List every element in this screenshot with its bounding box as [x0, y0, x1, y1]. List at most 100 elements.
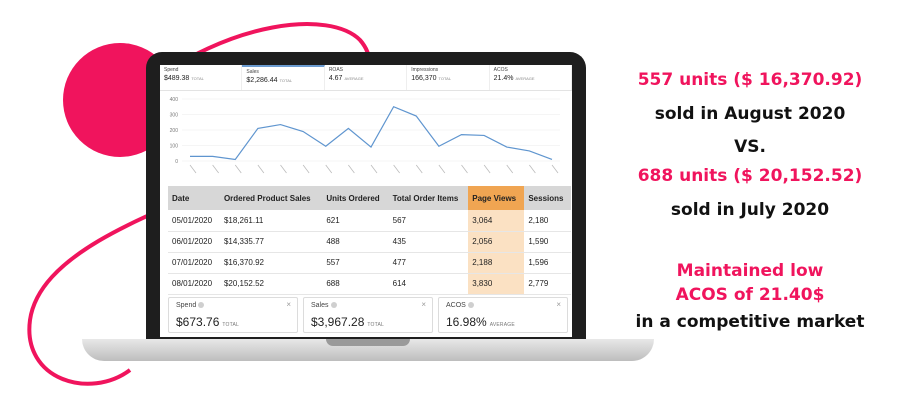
- cell-sessions: 1,596: [524, 252, 571, 274]
- cell-ordered-sales: $18,261.11: [219, 210, 323, 232]
- sales-card[interactable]: Sales × $3,967.28 TOTAL: [303, 297, 433, 333]
- cell-date: 07/01/2020: [168, 252, 220, 274]
- tab-label: Sales: [246, 69, 259, 75]
- column-header-page-views[interactable]: Page Views: [468, 186, 525, 210]
- card-value: 16.98% AVERAGE: [446, 315, 515, 329]
- table-row: 06/01/2020 $14,335.77 488 435 2,056 1,59…: [168, 231, 571, 253]
- july-units-text: 688 units ($ 20,152.52): [637, 166, 863, 186]
- x-tick-mark: [257, 164, 265, 174]
- x-tick-mark: [280, 164, 287, 174]
- cell-units-ordered: 688: [322, 273, 389, 295]
- x-tick-mark: [234, 164, 242, 174]
- y-tick-label: 100: [170, 144, 179, 150]
- tab-label: Spend: [164, 67, 179, 73]
- tab-value: $2,286.44 TOTAL: [246, 77, 293, 84]
- cell-sessions: 2,180: [524, 210, 571, 232]
- table-row: 05/01/2020 $18,261.11 621 567 3,064 2,18…: [168, 210, 571, 232]
- cell-page-views: 2,188: [468, 252, 525, 274]
- cell-date: 06/01/2020: [168, 231, 220, 253]
- x-tick-mark: [483, 164, 491, 174]
- column-header-ordered-sales[interactable]: Ordered Product Sales: [219, 186, 323, 210]
- tab-value: $489.38 TOTAL: [164, 75, 204, 82]
- x-tick-mark: [212, 164, 219, 174]
- august-units-text: 557 units ($ 16,370.92): [637, 70, 863, 90]
- table-row: 08/01/2020 $20,152.52 688 614 3,830 2,77…: [168, 273, 571, 295]
- tab-roas[interactable]: ROAS 4.67 AVERAGE: [325, 65, 408, 90]
- cell-total-order-items: 477: [388, 252, 469, 274]
- cell-sessions: 2,779: [524, 273, 571, 295]
- laptop-hinge-notch: [326, 339, 410, 346]
- acos-headline-line1: Maintained low: [676, 261, 824, 281]
- x-tick-mark: [461, 164, 468, 174]
- card-value: $673.76 TOTAL: [176, 315, 240, 329]
- acos-headline-line2: ACOS of 21.40$: [675, 285, 825, 305]
- close-icon[interactable]: ×: [556, 300, 561, 309]
- metrics-tabs: Spend $489.38 TOTAL Sales $2,286.44 TOTAL …: [160, 65, 572, 91]
- y-tick-label: 200: [170, 128, 179, 134]
- market-text: in a competitive market: [635, 312, 865, 332]
- tab-sales[interactable]: Sales $2,286.44 TOTAL: [242, 65, 325, 90]
- x-tick-mark: [529, 164, 536, 174]
- cell-units-ordered: 621: [322, 210, 389, 232]
- x-tick-mark: [393, 164, 400, 174]
- laptop-screen: Spend $489.38 TOTAL Sales $2,286.44 TOTAL …: [160, 65, 572, 337]
- x-tick-mark: [189, 164, 197, 174]
- x-tick-mark: [348, 164, 355, 174]
- card-label: ACOS: [446, 302, 474, 309]
- info-icon: [198, 302, 205, 309]
- info-icon: [330, 302, 337, 309]
- close-icon[interactable]: ×: [421, 300, 426, 309]
- column-header-units-ordered[interactable]: Units Ordered: [322, 186, 389, 210]
- info-icon: [467, 302, 474, 309]
- july-period-text: sold in July 2020: [670, 200, 830, 220]
- x-tick-mark: [551, 164, 559, 174]
- y-tick-label: 400: [170, 97, 179, 103]
- sales-table: Date Ordered Product Sales Units Ordered…: [168, 186, 571, 295]
- tab-value: 166,370 TOTAL: [411, 75, 452, 82]
- x-tick-mark: [438, 164, 446, 174]
- versus-text: VS.: [734, 137, 766, 157]
- cell-total-order-items: 614: [388, 273, 469, 295]
- cell-page-views: 3,830: [468, 273, 525, 295]
- cell-date: 05/01/2020: [168, 210, 220, 232]
- card-label: Spend: [176, 302, 205, 309]
- close-icon[interactable]: ×: [286, 300, 291, 309]
- tab-value: 4.67 AVERAGE: [328, 75, 364, 82]
- column-header-date[interactable]: Date: [168, 186, 220, 210]
- table-row: 07/01/2020 $16,370.92 557 477 2,188 1,59…: [168, 252, 571, 274]
- x-tick-mark: [302, 164, 310, 174]
- x-tick-mark: [506, 164, 514, 174]
- cell-units-ordered: 488: [322, 231, 389, 253]
- x-tick-mark: [370, 164, 378, 174]
- cell-ordered-sales: $16,370.92: [219, 252, 323, 274]
- tab-value: 21.4% AVERAGE: [493, 75, 535, 82]
- column-header-total-order-items[interactable]: Total Order Items: [388, 186, 469, 210]
- cell-total-order-items: 567: [388, 210, 469, 232]
- cell-ordered-sales: $14,335.77: [219, 231, 323, 253]
- y-tick-label: 0: [175, 159, 178, 165]
- x-tick-mark: [325, 164, 333, 174]
- y-tick-label: 300: [170, 113, 179, 119]
- tab-label: Impressions: [411, 67, 439, 73]
- cell-page-views: 3,064: [468, 210, 525, 232]
- table-header-row: Date Ordered Product Sales Units Ordered…: [168, 186, 571, 210]
- card-label: Sales: [311, 302, 337, 309]
- tab-spend[interactable]: Spend $489.38 TOTAL: [160, 65, 243, 90]
- column-header-sessions[interactable]: Sessions: [524, 186, 571, 210]
- cell-page-views: 2,056: [468, 231, 525, 253]
- tab-impressions[interactable]: Impressions 166,370 TOTAL: [407, 65, 490, 90]
- cell-date: 08/01/2020: [168, 273, 220, 295]
- tab-acos[interactable]: ACOS 21.4% AVERAGE: [490, 65, 572, 90]
- spend-card[interactable]: Spend × $673.76 TOTAL: [168, 297, 298, 333]
- cell-sessions: 1,590: [524, 231, 571, 253]
- card-value: $3,967.28 TOTAL: [311, 315, 385, 329]
- cell-total-order-items: 435: [388, 231, 469, 253]
- acos-card[interactable]: ACOS × 16.98% AVERAGE: [438, 297, 568, 333]
- cell-units-ordered: 557: [322, 252, 389, 274]
- sales-line-chart: 400 300 200 100 0: [170, 97, 560, 174]
- tab-label: ACOS: [493, 67, 508, 73]
- tab-label: ROAS: [328, 67, 343, 73]
- cell-ordered-sales: $20,152.52: [219, 273, 323, 295]
- x-tick-mark: [415, 164, 423, 174]
- august-period-text: sold in August 2020: [654, 104, 846, 124]
